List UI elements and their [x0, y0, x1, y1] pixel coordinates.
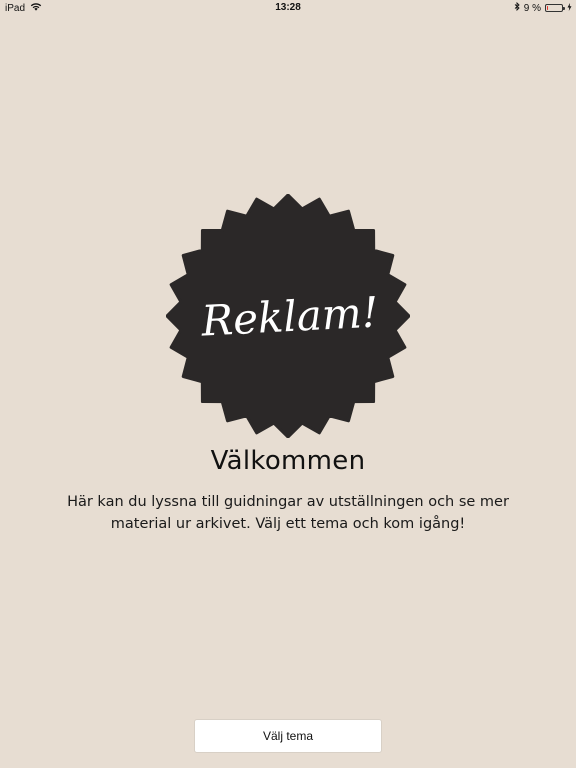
badge-text: Reklam!	[199, 287, 379, 345]
welcome-title: Välkommen	[210, 446, 366, 476]
welcome-line-1: Här kan du lyssna till guidningar av uts…	[67, 494, 509, 510]
welcome-line-2: material ur arkivet. Välj ett tema och k…	[110, 516, 466, 532]
reklam-badge: Reklam!	[166, 194, 410, 438]
welcome-description: Här kan du lyssna till guidningar av uts…	[58, 491, 518, 535]
battery-percent: 9 %	[523, 2, 541, 14]
status-bar: iPad 13:28 9 %	[0, 0, 576, 16]
battery-fill	[547, 6, 548, 10]
choose-theme-button[interactable]: Välj tema	[194, 719, 382, 753]
badge-graphic: Reklam!	[166, 194, 410, 438]
status-time: 13:28	[275, 2, 301, 13]
bluetooth-icon	[514, 1, 520, 14]
charging-icon	[567, 2, 572, 14]
battery-icon	[545, 4, 565, 12]
status-right: 9 %	[514, 1, 572, 14]
